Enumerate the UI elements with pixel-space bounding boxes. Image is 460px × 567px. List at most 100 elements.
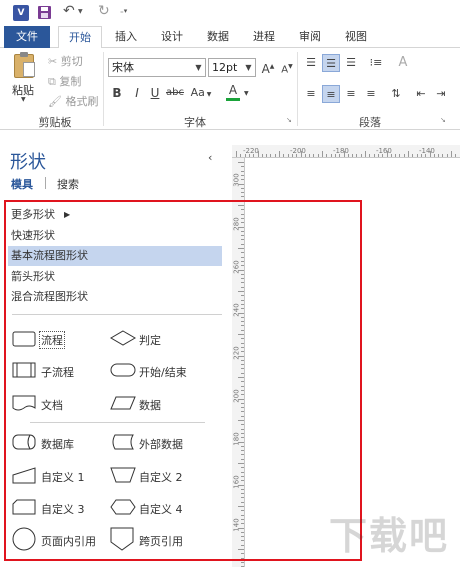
- ruler-tick: [369, 154, 371, 157]
- ruler-tick: [373, 154, 375, 157]
- ruler-tick: [266, 154, 268, 157]
- ruler-tick: [343, 151, 345, 157]
- chevron-down-icon[interactable]: ▼: [242, 59, 255, 76]
- tab-review[interactable]: 审阅: [290, 26, 330, 48]
- ruler-tick: [382, 154, 384, 157]
- align-bottom-icon[interactable]: ☰: [342, 54, 360, 72]
- paintbrush-icon: 🖌: [48, 95, 62, 108]
- customize-qat-icon[interactable]: ₌▾: [120, 7, 127, 15]
- tab-file[interactable]: 文件: [4, 26, 50, 48]
- text-direction-icon[interactable]: ⇅: [387, 85, 405, 103]
- ruler-tick: [347, 154, 349, 157]
- font-name-select[interactable]: 宋体 ▼: [108, 58, 206, 77]
- font-size-select[interactable]: 12pt ▼: [208, 58, 256, 77]
- ruler-tick: [416, 154, 418, 157]
- ruler-tick: [425, 154, 427, 157]
- ruler-tick: [283, 154, 285, 157]
- ruler-tick: [386, 151, 388, 157]
- align-left-icon[interactable]: ≡: [302, 85, 320, 103]
- tab-search[interactable]: 搜索: [57, 176, 79, 192]
- tab-view[interactable]: 视图: [336, 26, 376, 48]
- ruler-tick: [390, 154, 392, 157]
- ruler-tick: [412, 154, 414, 157]
- ruler-tick: [253, 154, 255, 157]
- ruler-tick: [360, 154, 362, 157]
- tab-insert[interactable]: 插入: [106, 26, 146, 48]
- decrease-indent-icon[interactable]: ⇤: [412, 85, 430, 103]
- ruler-tick: [403, 154, 405, 157]
- visio-logo-icon[interactable]: V: [13, 5, 29, 21]
- copy-button[interactable]: ⧉ 复制: [48, 73, 81, 89]
- copy-icon: ⧉: [48, 75, 56, 88]
- ruler-tick: [304, 154, 306, 157]
- ruler-tick: [241, 561, 244, 563]
- format-painter-button[interactable]: 🖌 格式刷: [48, 93, 98, 109]
- ribbon: 粘贴 ▼ ✂ 剪切 ⧉ 复制 🖌 格式刷 剪贴板 宋体 ▼ 12pt ▼ A▲ …: [0, 48, 460, 130]
- ruler-tick: [287, 154, 289, 157]
- align-right-icon[interactable]: ≡: [342, 85, 360, 103]
- strikethrough-icon[interactable]: abc: [164, 84, 186, 102]
- collapse-panel-icon[interactable]: ‹: [208, 151, 212, 164]
- undo-icon[interactable]: ↶: [63, 3, 75, 19]
- font-group-label: 字体: [184, 116, 206, 129]
- ruler-tick: [429, 151, 431, 157]
- ruler-tick: [356, 154, 358, 157]
- watermark: 下载吧: [329, 514, 450, 558]
- bullets-icon[interactable]: ⁝≡: [367, 54, 385, 72]
- ruler-tick: [241, 187, 244, 189]
- chevron-down-icon[interactable]: ▼: [192, 59, 205, 76]
- ruler-tick: [408, 151, 409, 157]
- ruler-tick: [238, 183, 244, 185]
- align-center-icon[interactable]: ≡: [322, 85, 340, 103]
- panel-title: 形状: [10, 152, 46, 173]
- underline-icon[interactable]: U: [146, 84, 164, 102]
- ruler-tick: [317, 154, 319, 157]
- ruler-tick: [291, 154, 293, 157]
- tab-stencils[interactable]: 模具: [11, 176, 33, 192]
- ruler-tick: [352, 154, 354, 157]
- ruler-tick: [300, 151, 302, 157]
- bold-icon[interactable]: B: [108, 84, 126, 102]
- cut-button[interactable]: ✂ 剪切: [48, 53, 83, 69]
- ruler-tick: [241, 196, 244, 198]
- quick-access-toolbar: V ↶ ▼ ↻ ₌▾: [0, 0, 460, 26]
- paste-button[interactable]: 粘贴 ▼: [8, 52, 40, 104]
- format-painter-label: 格式刷: [65, 95, 99, 108]
- align-middle-icon[interactable]: ☰: [322, 54, 340, 72]
- ribbon-tabs: 文件 开始 插入 设计 数据 进程 审阅 视图: [0, 26, 460, 49]
- redo-icon[interactable]: ↻: [98, 3, 110, 19]
- change-case-icon[interactable]: Aa ▼: [187, 84, 215, 102]
- justify-icon[interactable]: ≡: [362, 85, 380, 103]
- ruler-tick: [313, 154, 315, 157]
- ruler-tick: [399, 154, 401, 157]
- text-rotate-icon[interactable]: A: [394, 54, 412, 72]
- align-top-icon[interactable]: ☰: [302, 54, 320, 72]
- font-color-icon[interactable]: A: [224, 84, 242, 102]
- undo-dropdown-icon[interactable]: ▼: [78, 8, 83, 15]
- ruler-tick: [322, 151, 323, 157]
- tab-divider: [45, 177, 46, 189]
- ruler-tick: [420, 154, 422, 157]
- tab-data[interactable]: 数据: [198, 26, 238, 48]
- ruler-tick: [326, 154, 328, 157]
- tab-home[interactable]: 开始: [58, 26, 102, 49]
- increase-indent-icon[interactable]: ⇥: [432, 85, 450, 103]
- ruler-tick: [274, 154, 276, 157]
- tab-design[interactable]: 设计: [152, 26, 192, 48]
- ruler-tick: [309, 154, 311, 157]
- font-dialog-launcher-icon[interactable]: ↘: [286, 116, 292, 124]
- chevron-down-icon[interactable]: ▼: [244, 90, 249, 97]
- ruler-tick: [236, 151, 237, 157]
- grow-font-icon[interactable]: A▲: [259, 58, 277, 76]
- clipboard-icon: [14, 52, 35, 78]
- ruler-tick: [330, 154, 332, 157]
- shrink-font-icon[interactable]: A▼: [278, 58, 296, 76]
- ruler-tick: [241, 192, 244, 194]
- ruler-tick: [455, 154, 457, 157]
- ruler-tick: [241, 179, 244, 181]
- ruler-tick: [451, 151, 452, 157]
- italic-icon[interactable]: I: [128, 84, 146, 102]
- save-icon[interactable]: [38, 6, 51, 19]
- paragraph-dialog-launcher-icon[interactable]: ↘: [440, 116, 446, 124]
- tab-process[interactable]: 进程: [244, 26, 284, 48]
